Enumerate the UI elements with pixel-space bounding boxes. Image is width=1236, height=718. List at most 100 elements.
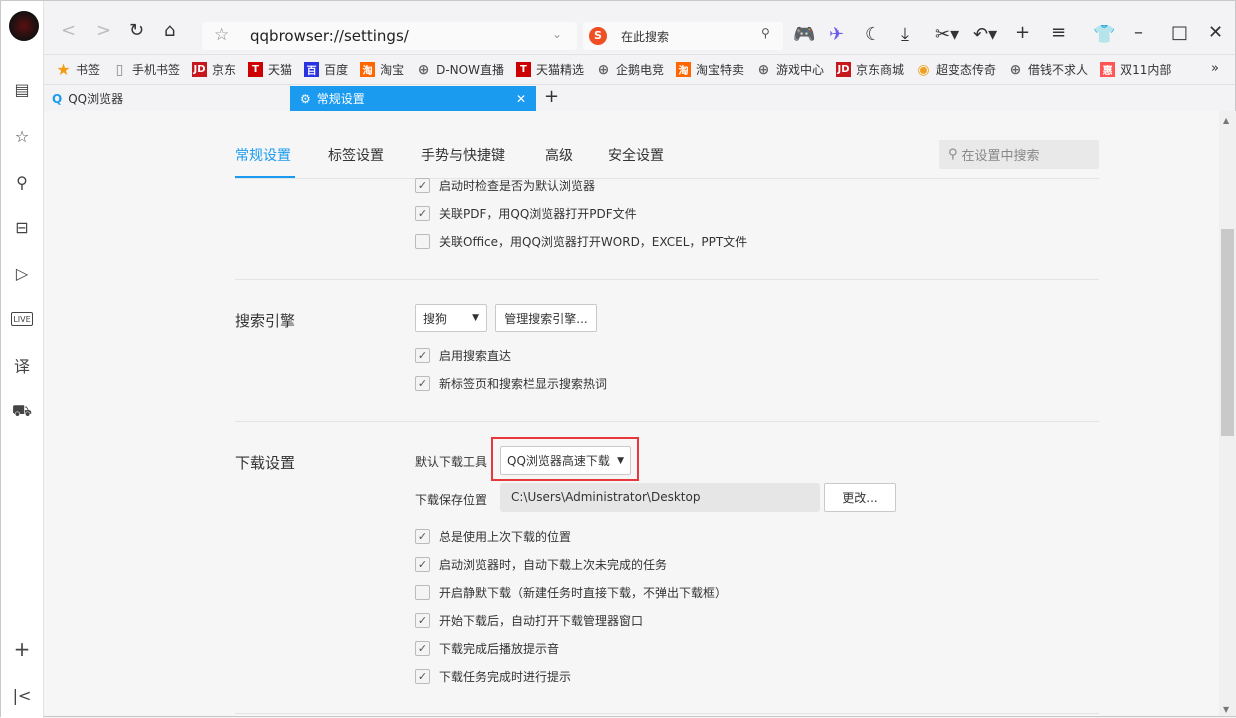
- new-tab-icon[interactable]: +: [1015, 23, 1030, 43]
- home-icon[interactable]: ⌂: [164, 21, 175, 41]
- undo-icon[interactable]: ↶▾: [973, 25, 997, 45]
- bookmark-item[interactable]: 百百度: [304, 61, 348, 78]
- bookmark-item[interactable]: T天猫: [248, 61, 292, 78]
- bookmark-item[interactable]: ◉超变态传奇: [916, 61, 996, 78]
- bookmark-item[interactable]: 淘淘宝: [360, 61, 404, 78]
- checkbox-option[interactable]: ✓下载任务完成时进行提示: [415, 668, 571, 685]
- checkbox-option[interactable]: 开启静默下载（新建任务时直接下载，不弹出下载框）: [415, 584, 727, 601]
- nav-gestures[interactable]: 手势与快捷键: [421, 145, 505, 165]
- scissors-icon[interactable]: ✂▾: [935, 25, 959, 45]
- change-path-button[interactable]: 更改...: [824, 483, 896, 512]
- bookmark-item[interactable]: ⊕企鹅电竞: [596, 61, 664, 78]
- bookmark-item[interactable]: ⊕借钱不求人: [1008, 61, 1088, 78]
- bookmark-label: D-NOW直播: [436, 61, 504, 78]
- scrollbar[interactable]: ▲ ▼: [1219, 111, 1236, 716]
- tab-qq-browser[interactable]: Q QQ浏览器: [52, 86, 292, 111]
- minimize-icon[interactable]: –: [1134, 23, 1143, 43]
- option-label: 启动时检查是否为默认浏览器: [439, 177, 595, 194]
- checkbox-checked[interactable]: ✓: [415, 641, 430, 656]
- nav-advanced[interactable]: 高级: [545, 145, 573, 165]
- nav-tabs[interactable]: 标签设置: [328, 145, 384, 165]
- globe-icon: ⊕: [756, 62, 771, 77]
- checkbox-checked[interactable]: ✓: [415, 178, 430, 193]
- skin-icon[interactable]: 👕: [1093, 25, 1115, 45]
- search-box[interactable]: S 在此搜索 ⚲: [583, 22, 783, 50]
- checkbox-option[interactable]: 关联Office，用QQ浏览器打开WORD，EXCEL，PPT文件: [415, 233, 747, 250]
- bookmark-item[interactable]: ⊕ 游戏中心: [756, 61, 824, 78]
- bookmark-item[interactable]: JD京东: [192, 61, 236, 78]
- maximize-icon[interactable]: □: [1171, 23, 1188, 43]
- checkbox-option[interactable]: ✓关联PDF，用QQ浏览器打开PDF文件: [415, 205, 637, 222]
- checkbox-option[interactable]: ✓启动浏览器时，自动下载上次未完成的任务: [415, 556, 667, 573]
- avatar[interactable]: [9, 11, 39, 41]
- more-bookmarks-icon[interactable]: »: [1211, 61, 1219, 76]
- bookmark-item[interactable]: T天猫精选: [516, 61, 584, 78]
- checkbox-option[interactable]: ✓ 启动时检查是否为默认浏览器: [415, 177, 595, 194]
- reading-list-icon[interactable]: ▤: [11, 78, 33, 100]
- collapse-sidebar-icon[interactable]: |<: [11, 684, 33, 706]
- search-engine-select[interactable]: 搜狗▼: [415, 304, 487, 332]
- checkbox-checked[interactable]: ✓: [415, 613, 430, 628]
- bird-icon[interactable]: ✈: [829, 25, 844, 45]
- back-icon[interactable]: <: [61, 21, 76, 41]
- menu-icon[interactable]: ≡: [1051, 23, 1066, 43]
- chevron-down-icon[interactable]: ⌄: [552, 27, 562, 41]
- checkbox-checked[interactable]: ✓: [415, 669, 430, 684]
- close-icon[interactable]: ✕: [1208, 23, 1223, 43]
- bookmark-item[interactable]: ▯手机书签: [112, 61, 180, 78]
- checkbox-unchecked[interactable]: [415, 585, 430, 600]
- manage-search-engines-button[interactable]: 管理搜索引擎...: [495, 304, 597, 332]
- checkbox-checked[interactable]: ✓: [415, 206, 430, 221]
- address-bar[interactable]: ☆ qqbrowser://settings/ ⌄: [202, 22, 577, 50]
- nav-security[interactable]: 安全设置: [608, 145, 664, 165]
- checkbox-checked[interactable]: ✓: [415, 557, 430, 572]
- checkbox-option[interactable]: ✓启用搜索直达: [415, 347, 511, 364]
- bookmark-label: 手机书签: [132, 61, 180, 78]
- scrollbar-thumb[interactable]: [1221, 229, 1234, 436]
- globe-icon: ⊕: [596, 62, 611, 77]
- tab-settings[interactable]: ⚙ 常规设置 ✕: [290, 86, 536, 111]
- bookmark-item[interactable]: ⊕D-NOW直播: [416, 61, 504, 78]
- checkbox-option[interactable]: ✓开始下载后，自动打开下载管理器窗口: [415, 612, 643, 629]
- bookmark-star-icon[interactable]: ☆: [214, 25, 229, 45]
- option-label: 下载完成后播放提示音: [439, 640, 559, 657]
- new-tab-button[interactable]: +: [544, 86, 559, 107]
- bookmark-item[interactable]: 淘淘宝特卖: [676, 61, 744, 78]
- settings-search-input[interactable]: ⚲在设置中搜索: [939, 140, 1099, 169]
- checkbox-checked[interactable]: ✓: [415, 348, 430, 363]
- cart-icon[interactable]: ⛟: [11, 400, 33, 422]
- checkbox-unchecked[interactable]: [415, 234, 430, 249]
- refresh-icon[interactable]: ↻: [129, 21, 144, 41]
- star-icon[interactable]: ☆: [11, 125, 33, 147]
- bookmark-label: 游戏中心: [776, 61, 824, 78]
- game-icon[interactable]: 🎮: [793, 25, 815, 45]
- search-icon[interactable]: ⚲: [11, 171, 33, 193]
- download-path-field[interactable]: C:\Users\Administrator\Desktop: [500, 483, 820, 512]
- video-icon[interactable]: ▷: [11, 262, 33, 284]
- close-tab-icon[interactable]: ✕: [516, 92, 526, 106]
- bookmark-item[interactable]: JD京东商城: [836, 61, 904, 78]
- default-download-tool-label: 默认下载工具: [415, 453, 487, 470]
- checkbox-option[interactable]: ✓总是使用上次下载的位置: [415, 528, 571, 545]
- download-icon[interactable]: ⤓: [901, 25, 909, 45]
- search-icon: ⚲: [948, 147, 958, 162]
- forward-icon[interactable]: >: [96, 21, 111, 41]
- translate-icon[interactable]: 译: [11, 354, 33, 376]
- search-placeholder[interactable]: 在此搜索: [621, 28, 669, 45]
- download-tool-select[interactable]: QQ浏览器高速下载▼: [500, 446, 631, 475]
- checkbox-option[interactable]: ✓ 下载完成后播放提示音: [415, 640, 559, 657]
- search-icon[interactable]: ⚲: [761, 26, 770, 40]
- book-icon[interactable]: ⊟: [11, 216, 33, 238]
- sogou-icon[interactable]: S: [589, 27, 607, 45]
- nav-general[interactable]: 常规设置: [235, 145, 291, 165]
- checkbox-checked[interactable]: ✓: [415, 529, 430, 544]
- bookmark-item[interactable]: 惠双11内部: [1100, 61, 1171, 78]
- live-icon[interactable]: LIVE: [11, 312, 33, 326]
- night-mode-icon[interactable]: ☾: [865, 25, 881, 45]
- tmall-icon: T: [248, 62, 263, 77]
- add-icon[interactable]: +: [11, 638, 33, 660]
- bookmark-item[interactable]: ★书签: [56, 61, 100, 78]
- checkbox-option[interactable]: ✓新标签页和搜索栏显示搜索热词: [415, 375, 607, 392]
- url-text[interactable]: qqbrowser://settings/: [250, 27, 409, 45]
- checkbox-checked[interactable]: ✓: [415, 376, 430, 391]
